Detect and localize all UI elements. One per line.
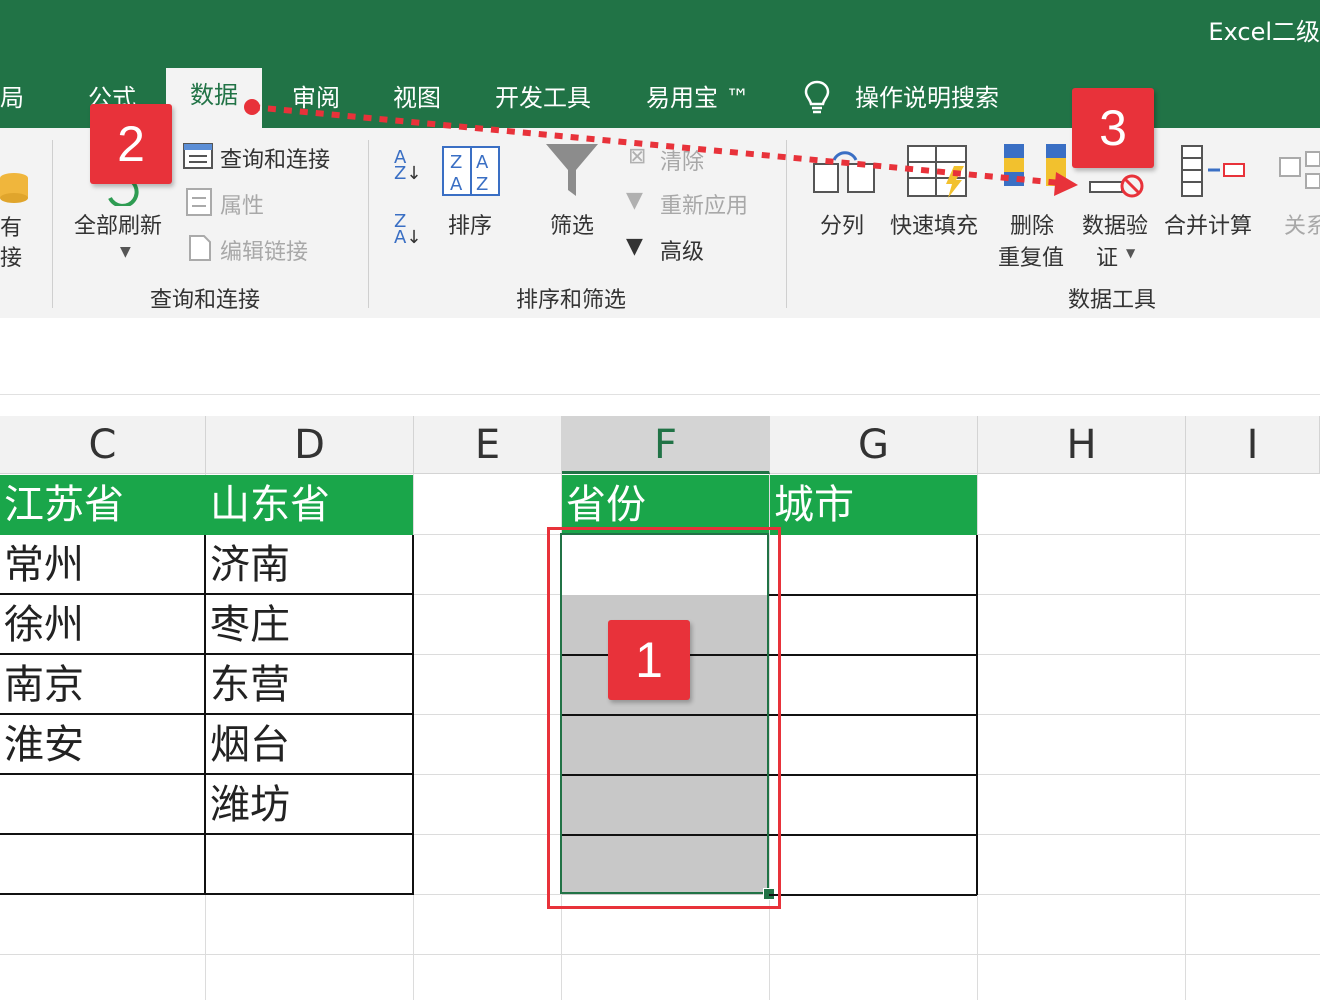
group-label-data-tools: 数据工具 [1068,288,1157,313]
sort-za-icon[interactable]: Z A↓ [394,213,421,247]
cell-d-row[interactable]: 潍坊 [204,775,414,835]
column-header-d[interactable]: D [206,416,414,474]
cell-border [769,774,977,776]
column-header-i[interactable]: I [1186,416,1320,474]
edit-links-button[interactable]: 编辑链接 [220,234,308,266]
cell-d-row[interactable]: 枣庄 [204,595,414,655]
remove-duplicates-button-line1[interactable]: 删除 [1010,208,1054,240]
cell-c-row[interactable] [0,775,206,835]
annotation-badge-1: 1 [608,620,690,700]
sort-az-icon[interactable]: A Z↓ [394,149,421,183]
refresh-all-button[interactable]: 全部刷新 [74,208,162,240]
app-title: Excel二级 [1208,18,1320,46]
text-to-columns-button[interactable]: 分列 [820,208,864,240]
cell-c-row[interactable]: 常州 [0,535,206,595]
tab-view[interactable]: 视图 [393,78,441,112]
tab-developer[interactable]: 开发工具 [495,78,591,112]
column-header-h[interactable]: H [978,416,1186,474]
group-label-sort-filter: 排序和筛选 [516,288,627,313]
cell-border [769,594,977,596]
tab-review[interactable]: 审阅 [292,78,340,112]
annotation-badge-2: 2 [90,104,172,184]
cell-c-header[interactable]: 江苏省 [0,475,206,535]
clear-button[interactable]: 清除 [660,144,704,176]
cell-border [769,894,977,896]
properties-icon [186,188,212,216]
svg-text:Z: Z [476,174,488,195]
remove-duplicates-button-line2[interactable]: 重复值 [998,240,1064,272]
svg-text:A: A [476,152,489,173]
tell-me-search[interactable]: 操作说明搜索 [855,78,999,112]
relationships-icon [1279,151,1320,189]
flash-fill-icon [907,145,967,198]
grid-line [1185,474,1186,1000]
clear-filter-icon: ⊠ [628,144,647,169]
data-validation-icon [1089,174,1144,198]
consolidate-button[interactable]: 合并计算 [1164,208,1252,240]
advanced-filter-icon: ▼ [626,234,643,259]
get-data-label-2: 接 [0,246,23,271]
data-validation-button-line2[interactable]: 证 [1096,240,1118,272]
svg-text:Z: Z [450,152,462,173]
lightbulb-icon [804,80,830,114]
tab-data[interactable]: 数据 [166,68,262,130]
cell-c-row[interactable]: 徐州 [0,595,206,655]
database-icon [0,173,28,203]
ribbon-separator [786,140,787,308]
sort-button[interactable]: 排序 [448,208,492,240]
ribbon-separator [52,140,53,308]
flash-fill-button[interactable]: 快速填充 [890,208,978,240]
chevron-down-icon[interactable]: ▼ [1126,246,1135,260]
cell-g-header[interactable]: 城市 [770,475,977,535]
cell-d-row[interactable]: 烟台 [204,715,414,775]
cell-c-row[interactable] [0,835,206,895]
relationships-button[interactable]: 关系 [1284,208,1320,240]
remove-duplicates-icon [1004,144,1066,186]
reapply-icon: ▼ [626,188,643,213]
cell-border [769,714,977,716]
consolidate-icon [1181,145,1245,197]
properties-button[interactable]: 属性 [220,188,264,220]
tab-easy-tools[interactable]: 易用宝 ™ [646,78,750,112]
sort-dialog-icon: Z A A Z [442,146,500,196]
cell-border [769,834,977,836]
filter-button[interactable]: 筛选 [550,208,594,240]
group-label-queries: 查询和连接 [150,288,261,313]
cell-d-row[interactable] [204,835,414,895]
advanced-button[interactable]: 高级 [660,234,704,266]
svg-text:A: A [450,174,463,195]
tab-layout[interactable]: 局 [0,78,24,112]
annotation-highlight-box [547,527,781,909]
filter-funnel-icon [546,144,598,196]
annotation-badge-3: 3 [1072,88,1154,168]
cell-f-header[interactable]: 省份 [562,475,769,535]
get-data-label-1: 有 [0,216,23,241]
cell-d-row[interactable]: 东营 [204,655,414,715]
grid-line [0,954,1320,955]
formula-bar-area [0,318,1320,395]
cell-c-row[interactable]: 淮安 [0,715,206,775]
queries-connections-icon [183,143,213,169]
edit-links-icon [189,235,211,261]
cell-border [769,654,977,656]
column-header-g[interactable]: G [770,416,978,474]
column-header-f[interactable]: F [562,416,770,474]
text-to-columns-icon [813,151,875,193]
cell-d-row[interactable]: 济南 [204,535,414,595]
column-header-e[interactable]: E [414,416,562,474]
data-validation-button-line1[interactable]: 数据验 [1082,208,1148,240]
ribbon-separator [368,140,369,308]
reapply-button[interactable]: 重新应用 [660,188,748,220]
cell-c-row[interactable]: 南京 [0,655,206,715]
cell-d-header[interactable]: 山东省 [206,475,413,535]
column-header-c[interactable]: C [0,416,206,474]
chevron-down-icon[interactable]: ▼ [120,244,131,260]
queries-connections-button[interactable]: 查询和连接 [220,142,330,174]
